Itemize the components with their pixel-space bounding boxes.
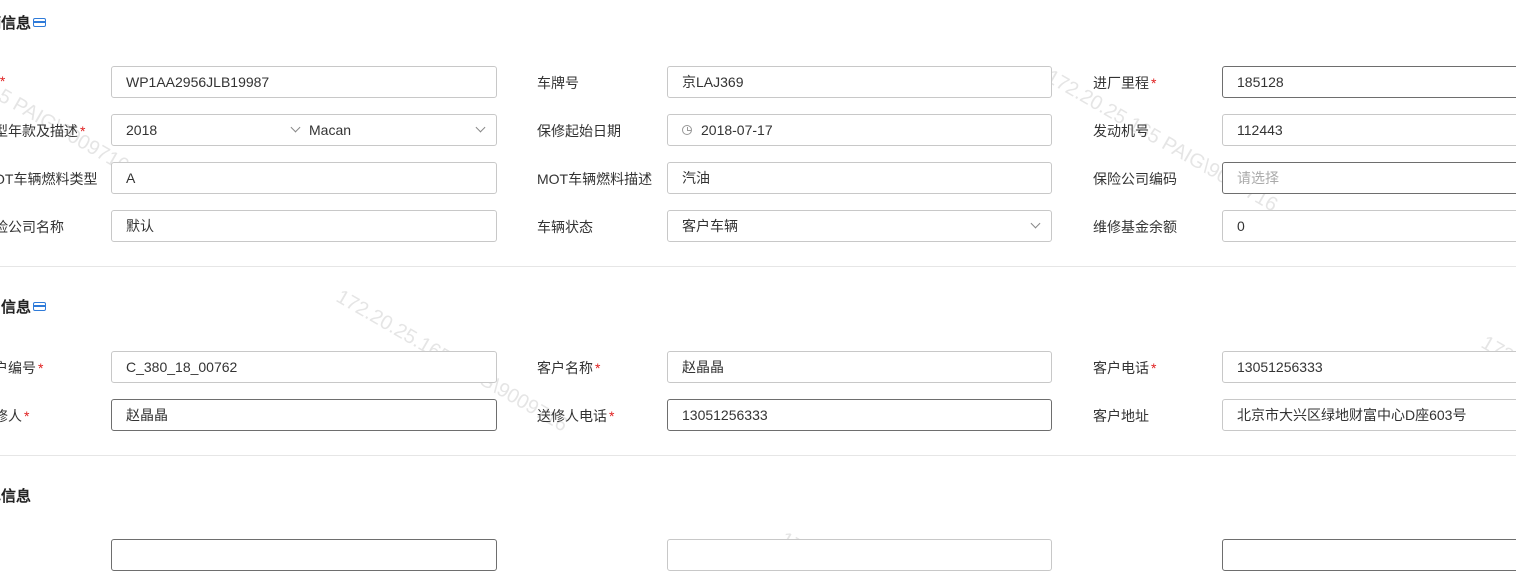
address-field[interactable]: 北京市大兴区绿地财富中心D座603号 <box>1222 399 1516 431</box>
mileage-label-text: 进厂里程 <box>1093 75 1149 91</box>
section-title-text: 户信息 <box>0 299 32 316</box>
fuel-desc-field[interactable]: 汽油 <box>667 162 1052 194</box>
required-mark: * <box>595 360 601 376</box>
cust-phone-field[interactable]: 13051256333 <box>1222 351 1516 383</box>
plate-field[interactable]: 京LAJ369 <box>667 66 1052 98</box>
required-mark: * <box>38 360 44 376</box>
vehicle-info-title: 辆信息 <box>0 12 47 33</box>
fuel-type-label: OT车辆燃料类型 <box>0 171 98 187</box>
mileage-label: 进厂里程 * <box>1093 73 1156 93</box>
required-mark: * <box>24 408 30 424</box>
fund-value: 0 <box>1237 218 1245 234</box>
plate-value: 京LAJ369 <box>682 74 744 90</box>
required-mark: * <box>609 408 615 424</box>
engine-field[interactable]: 112443 <box>1222 114 1516 146</box>
engine-value: 112443 <box>1237 122 1283 138</box>
card-icon <box>33 302 47 311</box>
vin-field[interactable]: WP1AA2956JLB19987 <box>111 66 497 98</box>
model-year-label: 型年款及描述 * <box>0 121 85 141</box>
required-mark: * <box>1151 75 1157 91</box>
sender-field[interactable]: 赵晶晶 <box>111 399 497 431</box>
vin-value: WP1AA2956JLB19987 <box>126 74 270 90</box>
cust-no-label-text: 户编号 <box>0 360 36 376</box>
clock-icon <box>682 125 692 135</box>
order-info-title: 单信息 <box>0 485 31 506</box>
fund-label: 维修基金余额 <box>1093 219 1177 235</box>
required-mark: * <box>0 73 6 89</box>
insurer-name-label: 险公司名称 <box>0 219 64 235</box>
card-icon <box>33 18 47 27</box>
cust-no-value: C_380_18_00762 <box>126 359 238 375</box>
order-field-3[interactable] <box>1222 539 1516 571</box>
fuel-desc-value: 汽油 <box>682 170 710 186</box>
cust-no-field[interactable]: C_380_18_00762 <box>111 351 497 383</box>
model-year-label-text: 型年款及描述 <box>0 123 78 139</box>
sender-phone-label-text: 送修人电话 <box>537 408 607 424</box>
model-select-group: 2018 Macan <box>111 114 497 146</box>
model-desc-select[interactable]: Macan <box>309 122 351 138</box>
chevron-down-icon <box>1030 218 1041 229</box>
cust-phone-label-text: 客户电话 <box>1093 360 1149 376</box>
cust-phone-value: 13051256333 <box>1237 359 1323 375</box>
model-year-select[interactable]: 2018 <box>126 122 157 138</box>
required-mark: * <box>80 123 86 139</box>
warranty-value: 2018-07-17 <box>701 122 773 138</box>
insurer-name-field[interactable]: 默认 <box>111 210 497 242</box>
insurer-code-placeholder: 请选择 <box>1237 170 1279 186</box>
fuel-type-field[interactable]: A <box>111 162 497 194</box>
fund-field[interactable]: 0 <box>1222 210 1516 242</box>
vehicle-status-select[interactable]: 客户车辆 <box>667 210 1052 242</box>
warranty-date-field[interactable]: 2018-07-17 <box>667 114 1052 146</box>
cust-phone-label: 客户电话 * <box>1093 358 1156 378</box>
section-divider <box>0 266 1516 267</box>
sender-label-text: 修人 <box>0 408 22 424</box>
insurer-code-label: 保险公司编码 <box>1093 171 1177 187</box>
cust-name-label-text: 客户名称 <box>537 360 593 376</box>
status-value: 客户车辆 <box>682 218 738 234</box>
required-mark: * <box>1151 360 1157 376</box>
section-divider <box>0 455 1516 456</box>
mileage-value: 185128 <box>1237 74 1284 90</box>
warranty-label: 保修起始日期 <box>537 123 621 139</box>
cust-no-label: 户编号 * <box>0 358 43 378</box>
status-label: 车辆状态 <box>537 219 593 235</box>
sender-phone-label: 送修人电话 * <box>537 406 614 426</box>
chevron-down-icon[interactable] <box>290 122 301 133</box>
section-title-text: 辆信息 <box>0 15 32 32</box>
address-label: 客户地址 <box>1093 408 1149 424</box>
chevron-down-icon[interactable] <box>475 122 486 133</box>
cust-name-label: 客户名称 * <box>537 358 600 378</box>
customer-info-title: 户信息 <box>0 296 47 317</box>
fuel-type-value: A <box>126 170 136 186</box>
sender-value: 赵晶晶 <box>126 407 168 423</box>
cust-name-value: 赵晶晶 <box>682 359 724 375</box>
vin-label: I* <box>0 73 5 89</box>
plate-label: 车牌号 <box>537 75 579 91</box>
fuel-desc-label: MOT车辆燃料描述 <box>537 171 653 187</box>
insurer-code-select[interactable]: 请选择 <box>1222 162 1516 194</box>
insurer-name-value: 默认 <box>126 218 154 234</box>
sender-phone-field[interactable]: 13051256333 <box>667 399 1052 431</box>
mileage-field[interactable]: 185128 <box>1222 66 1516 98</box>
section-title-text: 单信息 <box>0 488 32 505</box>
order-field-1[interactable] <box>111 539 497 571</box>
address-value: 北京市大兴区绿地财富中心D座603号 <box>1237 407 1467 423</box>
sender-phone-value: 13051256333 <box>682 407 768 423</box>
engine-label: 发动机号 <box>1093 123 1149 139</box>
order-field-2[interactable] <box>667 539 1052 571</box>
cust-name-field[interactable]: 赵晶晶 <box>667 351 1052 383</box>
sender-label: 修人 * <box>0 406 29 426</box>
